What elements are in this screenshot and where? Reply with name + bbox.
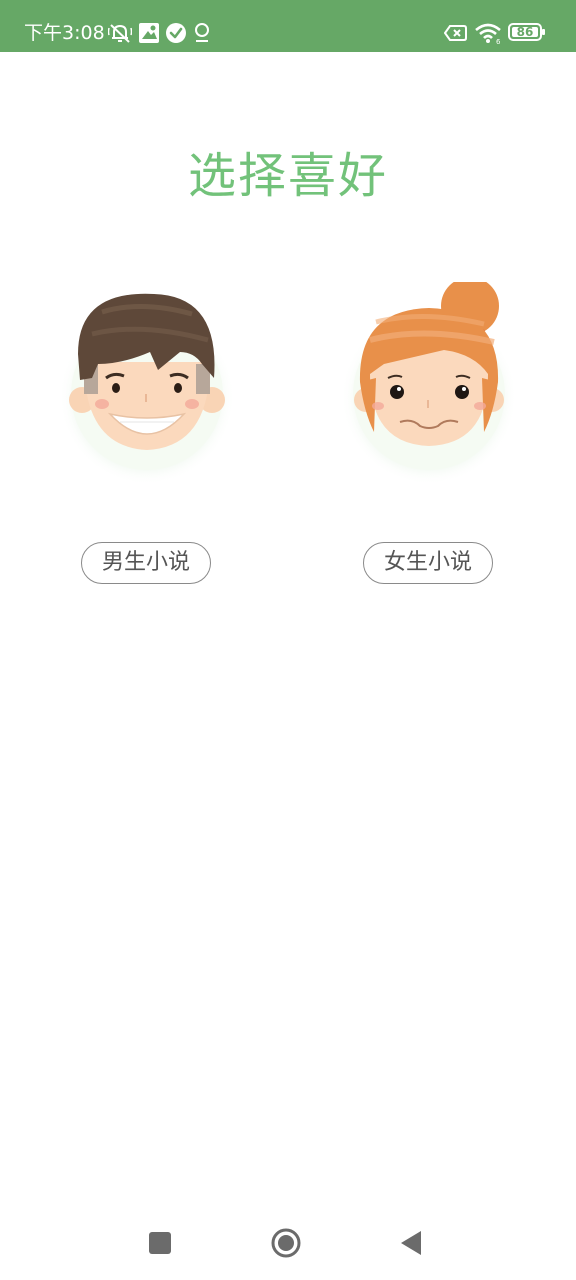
status-time: 下午3:08 xyxy=(24,22,105,44)
boy-avatar[interactable] xyxy=(59,282,235,492)
screen: 下午3:08 6 86 选择喜好 男生小说 女生小说 xyxy=(0,0,576,1280)
male-novel-button[interactable]: 男生小说 xyxy=(81,542,211,584)
check-circle-icon xyxy=(166,23,186,43)
wifi-icon: 6 xyxy=(475,23,501,44)
page-title: 选择喜好 xyxy=(187,148,388,204)
girl-avatar[interactable] xyxy=(341,277,517,492)
location-pin-icon xyxy=(195,23,209,42)
recents-button[interactable] xyxy=(143,1226,177,1260)
navigation-bar xyxy=(0,1208,576,1280)
kite-icon xyxy=(139,23,159,43)
sim-off-icon xyxy=(444,25,467,41)
battery-icon: 86 xyxy=(508,22,546,42)
female-novel-button[interactable]: 女生小说 xyxy=(363,542,493,584)
mute-icon xyxy=(108,24,132,43)
svg-text:6: 6 xyxy=(496,38,501,44)
back-button[interactable] xyxy=(395,1226,429,1260)
status-bar: 下午3:08 6 86 xyxy=(0,0,576,52)
battery-level: 86 xyxy=(516,25,534,39)
home-button[interactable] xyxy=(269,1226,303,1260)
